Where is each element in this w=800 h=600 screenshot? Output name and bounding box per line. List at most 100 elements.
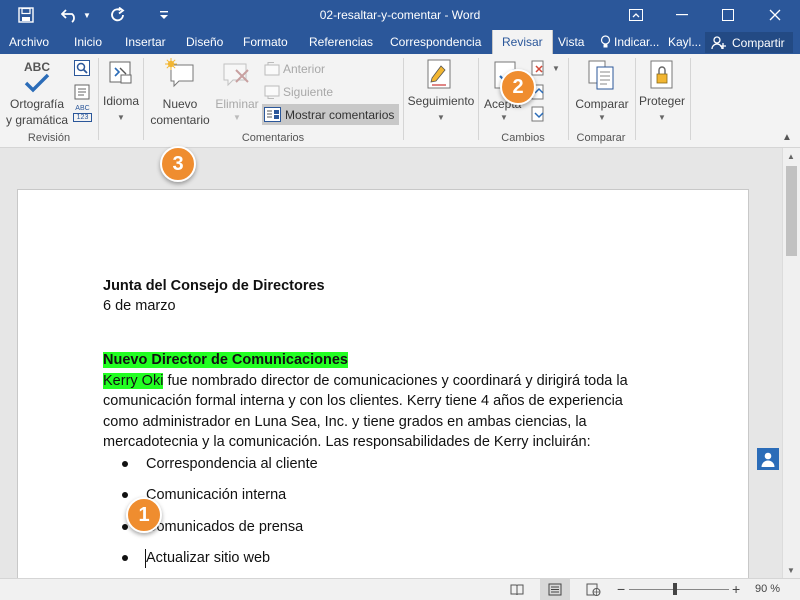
save-icon[interactable]: [12, 0, 40, 30]
zoom-out-icon[interactable]: −: [617, 581, 625, 597]
tracking-label: Seguimiento: [407, 94, 475, 108]
language-button[interactable]: Idioma ▼: [100, 56, 142, 128]
scroll-up-icon[interactable]: ▲: [787, 152, 795, 161]
doc-paragraph-line-2[interactable]: comunicación formal interna y con los cl…: [103, 391, 623, 411]
word-count-abc-text: ABC: [75, 105, 90, 112]
scroll-thumb[interactable]: [786, 166, 797, 256]
spelling-abc-text: ABC: [24, 60, 50, 74]
step-badge-1: 1: [126, 497, 162, 533]
protect-dropdown-icon: ▼: [658, 113, 666, 122]
spelling-check-icon: [24, 73, 50, 93]
language-dropdown-icon: ▼: [117, 113, 125, 122]
delete-comment-icon: [223, 63, 249, 87]
tab-formato[interactable]: Formato: [243, 30, 288, 54]
doc-date[interactable]: 6 de marzo: [103, 296, 176, 316]
tab-referencias[interactable]: Referencias: [309, 30, 373, 54]
redo-icon[interactable]: [104, 0, 132, 30]
bullet-item-1[interactable]: Correspondencia al cliente: [146, 454, 318, 474]
doc-paragraph-line-4[interactable]: mercadotecnia y la comunicación. Las res…: [103, 432, 591, 452]
vertical-scrollbar[interactable]: ▲ ▼: [782, 148, 800, 578]
reject-dropdown-icon[interactable]: ▼: [552, 64, 560, 73]
doc-paragraph-line-1[interactable]: Kerry Oki fue nombrado director de comun…: [103, 371, 628, 391]
previous-comment-icon: [264, 62, 280, 76]
show-comments-button[interactable]: Mostrar comentarios: [262, 104, 399, 125]
paragraph-line-1-text: fue nombrado director de comunicaciones …: [163, 373, 628, 389]
tell-me-box[interactable]: Indicar...: [600, 30, 659, 54]
tab-correspondencia[interactable]: Correspondencia: [390, 30, 481, 54]
minimize-icon[interactable]: [659, 0, 705, 30]
protect-label: Proteger: [638, 94, 686, 108]
doc-heading[interactable]: Nuevo Director de Comunicaciones: [103, 350, 348, 370]
previous-comment-label: Anterior: [283, 62, 326, 76]
zoom-in-icon[interactable]: +: [732, 581, 740, 597]
tracking-dropdown-icon: ▼: [437, 113, 445, 122]
bullet-dot: [122, 555, 128, 561]
undo-dropdown-icon[interactable]: ▼: [80, 0, 94, 30]
spelling-label-line2: y gramática: [5, 113, 69, 127]
tab-inicio[interactable]: Inicio: [74, 30, 102, 54]
zoom-slider-thumb[interactable]: [673, 583, 677, 595]
word-count-abc-icon[interactable]: ABC 123: [73, 105, 92, 122]
bullet-dot: [122, 492, 128, 498]
tab-vista[interactable]: Vista: [558, 30, 584, 54]
customize-quick-access-icon[interactable]: [150, 0, 178, 30]
new-comment-button[interactable]: Nuevo comentario: [147, 56, 213, 128]
tab-archivo[interactable]: Archivo: [9, 30, 49, 54]
bullet-dot: [122, 524, 128, 530]
show-comments-label: Mostrar comentarios: [285, 107, 395, 122]
bullet-item-4[interactable]: Actualizar sitio web: [146, 548, 270, 568]
compare-dropdown-icon: ▼: [598, 113, 606, 122]
compare-icon: [588, 60, 614, 90]
share-label: Compartir: [732, 35, 785, 50]
tab-insertar[interactable]: Insertar: [125, 30, 166, 54]
zoom-level[interactable]: 90 %: [755, 583, 780, 595]
group-label-comparar: Comparar: [576, 132, 626, 144]
ribbon: ABC Ortografía y gramática ABC 123 Revis…: [0, 54, 800, 148]
tracking-button[interactable]: Seguimiento ▼: [405, 56, 477, 128]
delete-comment-label: Eliminar: [215, 97, 259, 111]
print-layout-button[interactable]: [540, 579, 570, 600]
maximize-icon[interactable]: [705, 0, 751, 30]
bullet-item-2[interactable]: Comunicación interna: [146, 485, 286, 505]
group-label-cambios: Cambios: [501, 132, 545, 144]
web-layout-icon[interactable]: [586, 583, 601, 597]
status-bar: − + 90 %: [0, 578, 800, 600]
delete-comment-button[interactable]: Eliminar ▼: [213, 56, 261, 128]
close-icon[interactable]: [752, 0, 798, 30]
language-label: Idioma: [102, 94, 140, 108]
bullet-item-3[interactable]: Comunicados de prensa: [146, 517, 303, 537]
share-button[interactable]: Compartir: [705, 32, 793, 53]
group-label-comentarios: Comentarios: [241, 132, 305, 144]
compare-button[interactable]: Comparar ▼: [570, 56, 634, 128]
new-comment-label-line2: comentario: [150, 113, 210, 127]
collapse-ribbon-icon[interactable]: ▲: [782, 132, 792, 143]
ribbon-display-options-icon[interactable]: [613, 0, 659, 30]
step-badge-3: 3: [160, 146, 196, 182]
protect-button[interactable]: Proteger ▼: [637, 56, 687, 128]
protect-icon: [650, 60, 673, 89]
doc-paragraph-line-3[interactable]: como administrador en Luna Sea, Inc. y t…: [103, 412, 587, 432]
word-count-num-text: 123: [73, 113, 92, 122]
next-change-icon[interactable]: [531, 106, 545, 122]
doc-title[interactable]: Junta del Consejo de Directores: [103, 276, 325, 296]
user-name[interactable]: Kayl...: [668, 30, 701, 54]
spelling-grammar-button[interactable]: ABC Ortografía y gramática: [4, 56, 70, 128]
next-comment-button[interactable]: Siguiente: [264, 83, 359, 101]
scroll-down-icon[interactable]: ▼: [787, 566, 795, 575]
thesaurus-icon[interactable]: [74, 60, 90, 76]
delete-dropdown-icon: ▼: [233, 113, 241, 122]
lightbulb-icon: [600, 35, 611, 48]
previous-comment-button[interactable]: Anterior: [264, 60, 359, 78]
tab-revisar[interactable]: Revisar: [492, 30, 553, 54]
profile-card-icon[interactable]: [757, 448, 779, 470]
reject-icon[interactable]: [531, 60, 545, 76]
print-layout-icon: [548, 583, 562, 596]
zoom-slider[interactable]: [629, 589, 729, 590]
read-mode-icon[interactable]: [510, 583, 524, 596]
tab-diseno[interactable]: Diseño: [186, 30, 223, 54]
ribbon-tabs: Archivo Inicio Insertar Diseño Formato R…: [0, 30, 800, 54]
group-label-revision: Revisión: [27, 132, 71, 144]
word-count-icon[interactable]: [74, 84, 90, 100]
text-cursor: [145, 549, 146, 568]
doc-heading-text: Nuevo Director de Comunicaciones: [103, 352, 348, 368]
